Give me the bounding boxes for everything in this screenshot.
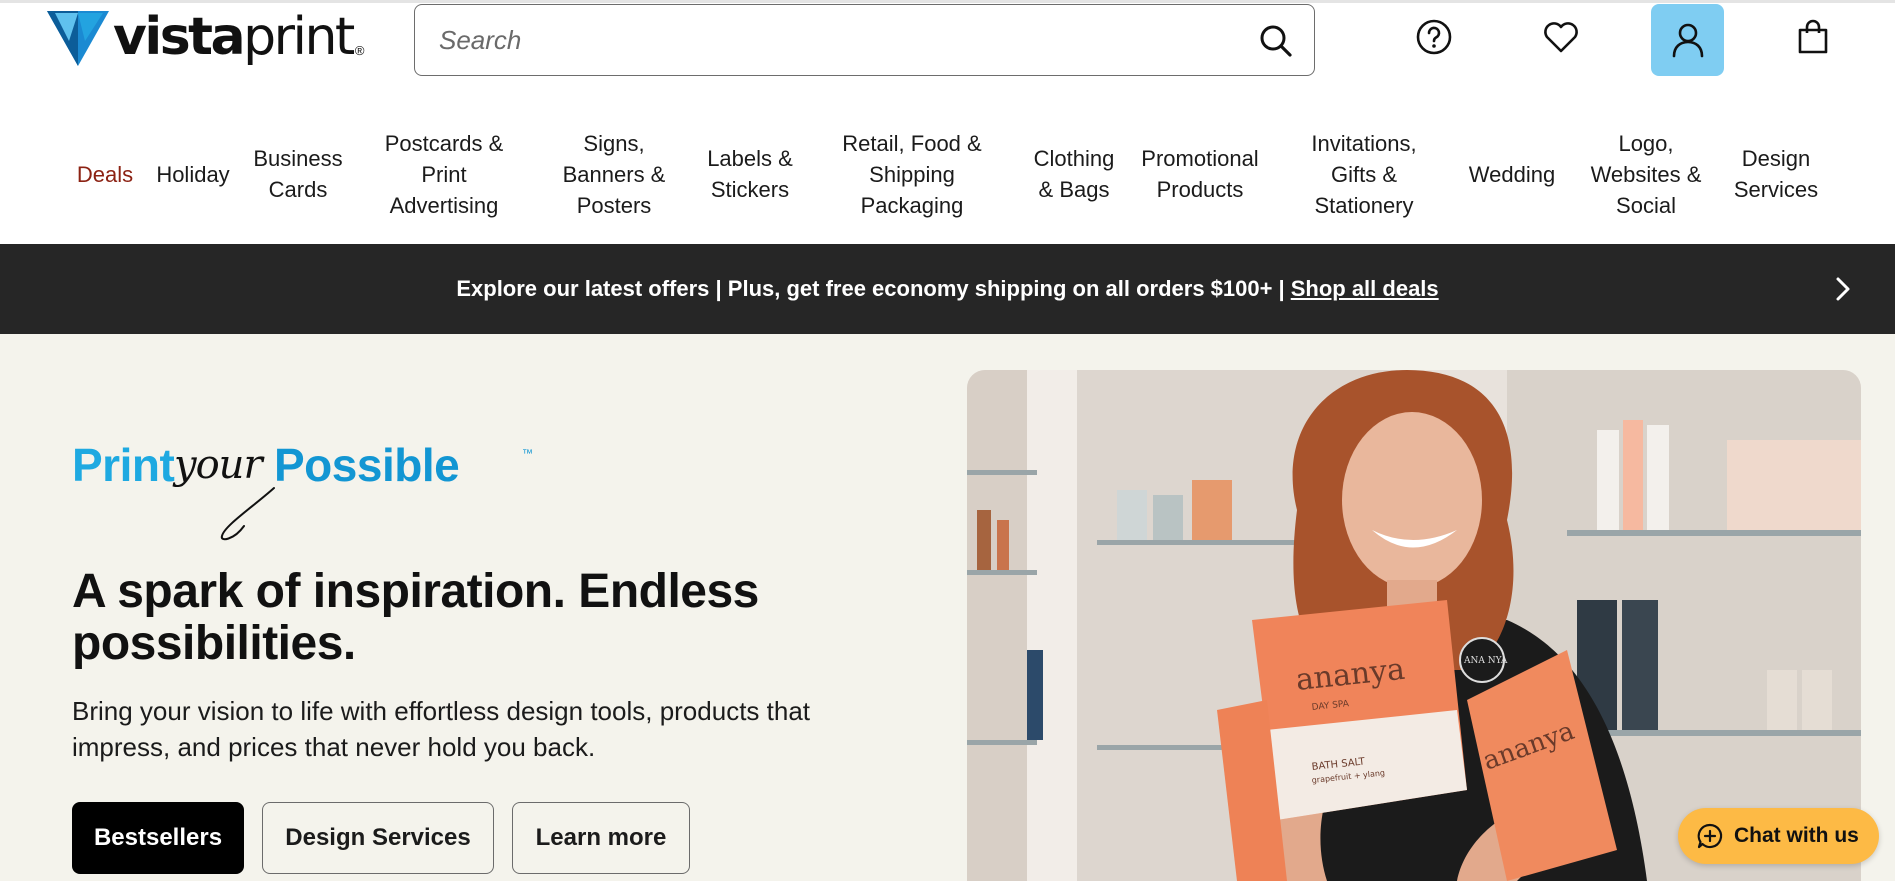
account-icon (1672, 23, 1703, 58)
learn-more-button[interactable]: Learn more (512, 802, 690, 874)
logo-text: vistaprint (113, 7, 355, 67)
promo-banner: Explore our latest offers | Plus, get fr… (0, 244, 1895, 334)
nav-item-invitations[interactable]: Invitations, Gifts & Stationery (1294, 125, 1434, 223)
logo-mark-icon (47, 11, 109, 66)
hero-subtext: Bring your vision to life with effortles… (72, 696, 811, 762)
nav-item-design-services[interactable]: Design Services (1724, 125, 1828, 223)
product-bag-main: ananya DAY SPA BATH SALT grapefruit + yl… (1252, 600, 1467, 820)
nav-item-labels-stickers[interactable]: Labels & Stickers (700, 125, 800, 223)
nav-item-business-cards[interactable]: Business Cards (248, 125, 348, 223)
nav-item-deals[interactable]: Deals (72, 125, 138, 223)
cart-button[interactable] (1793, 17, 1833, 57)
design-services-button[interactable]: Design Services (262, 802, 494, 874)
nav-item-clothing-bags[interactable]: Clothing & Bags (1024, 125, 1124, 223)
top-border (0, 0, 1895, 3)
search-icon[interactable] (1258, 23, 1294, 59)
chevron-right-icon[interactable] (1827, 273, 1859, 305)
favorites-button[interactable] (1541, 17, 1581, 57)
shop-all-deals-link[interactable]: Shop all deals (1291, 276, 1439, 302)
heart-icon (1544, 22, 1578, 53)
chat-with-us-button[interactable]: Chat with us (1678, 808, 1879, 864)
main-navigation: Deals Holiday Business Cards Postcards &… (0, 125, 1895, 223)
search-input[interactable] (415, 10, 1235, 70)
cart-icon (1798, 19, 1828, 54)
svg-text:ANA NYA: ANA NYA (1463, 656, 1508, 666)
vistaprint-logo[interactable]: vistaprint ® (47, 11, 364, 66)
logo-registered-mark: ® (354, 43, 365, 58)
hero-image: ananya DAY SPA BATH SALT grapefruit + yl… (967, 370, 1861, 881)
bestsellers-button[interactable]: Bestsellers (72, 802, 244, 874)
chat-label: Chat with us (1734, 824, 1859, 847)
account-button[interactable] (1651, 4, 1724, 76)
nav-item-postcards[interactable]: Postcards & Print Advertising (374, 125, 514, 223)
hero-headline: A spark of inspiration. Endless possibil… (72, 565, 759, 670)
search-bar (414, 4, 1315, 76)
nav-item-signs-banners[interactable]: Signs, Banners & Posters (554, 125, 674, 223)
nav-item-packaging[interactable]: Retail, Food & Shipping Packaging (832, 125, 992, 223)
hero-photo-illustration: ananya DAY SPA BATH SALT grapefruit + yl… (967, 370, 1861, 881)
hero-section: Print your Possible ™ A spark of inspira… (0, 334, 1895, 881)
chat-icon (1697, 823, 1723, 849)
help-icon (1416, 19, 1452, 55)
nav-item-promotional[interactable]: Promotional Products (1134, 125, 1266, 223)
tagline-swash-icon (220, 487, 275, 541)
nav-item-logo-websites[interactable]: Logo, Websites & Social (1582, 125, 1710, 223)
nav-item-wedding[interactable]: Wedding (1460, 125, 1564, 223)
help-button[interactable] (1414, 17, 1454, 57)
promo-banner-text: Explore our latest offers | Plus, get fr… (456, 276, 1285, 301)
nav-item-holiday[interactable]: Holiday (152, 125, 234, 223)
